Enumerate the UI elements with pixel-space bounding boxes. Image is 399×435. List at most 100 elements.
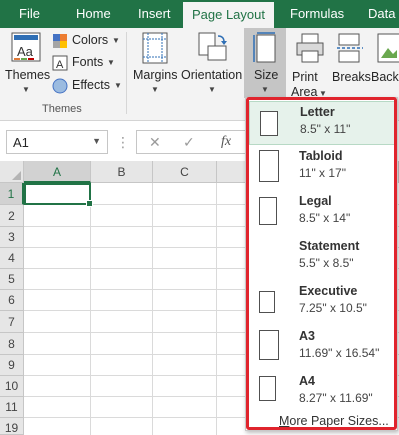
- page-icon: [260, 111, 278, 136]
- tab-formulas[interactable]: Formulas: [290, 0, 344, 28]
- paper-size-name: A4: [299, 374, 315, 388]
- page-icon: [259, 248, 272, 267]
- name-box-value: A1: [13, 135, 29, 150]
- paper-size-name: Legal: [299, 194, 332, 208]
- tab-page-layout[interactable]: Page Layout: [183, 2, 274, 28]
- more-paper-sizes-link[interactable]: More Paper Sizes...: [279, 414, 389, 428]
- fonts-icon: A: [52, 55, 68, 71]
- paper-size-a3[interactable]: A3 11.69" x 16.54": [249, 326, 395, 370]
- name-box-dropdown-icon[interactable]: ▼: [92, 136, 101, 146]
- fonts-caret-icon: ▼: [107, 58, 115, 67]
- effects-caret-icon: ▼: [114, 81, 122, 90]
- grid-line: [90, 183, 91, 435]
- row-header-10[interactable]: 10: [0, 376, 24, 397]
- colors-caret-icon: ▼: [112, 36, 120, 45]
- page-icon: [259, 150, 279, 182]
- row-header-11[interactable]: 11: [0, 397, 24, 418]
- tab-data[interactable]: Data: [368, 0, 395, 28]
- paper-size-executive[interactable]: Executive 7.25" x 10.5": [249, 281, 395, 325]
- active-cell-a1[interactable]: [24, 183, 93, 207]
- column-header-b[interactable]: B: [91, 161, 153, 183]
- background-icon: [377, 33, 399, 63]
- margins-button[interactable]: Margins ▼: [131, 30, 179, 96]
- paper-size-name: Statement: [299, 239, 360, 253]
- page-icon: [259, 330, 279, 360]
- size-icon: [253, 32, 276, 63]
- orientation-button[interactable]: Orientation ▼: [180, 30, 244, 96]
- paper-size-dims: 7.25" x 10.5": [299, 301, 367, 315]
- background-label: Back-: [371, 70, 399, 84]
- themes-label: Themes: [5, 68, 51, 82]
- colors-button[interactable]: Colors ▼: [52, 32, 120, 50]
- themes-button[interactable]: Aa Themes ▼: [4, 30, 51, 96]
- breaks-icon: [337, 33, 363, 63]
- page-icon: [259, 376, 276, 401]
- row-header-1[interactable]: 1: [0, 183, 24, 205]
- orientation-label: Orientation: [181, 68, 243, 82]
- grid-line: [216, 183, 217, 435]
- paper-size-name: Letter: [300, 105, 335, 119]
- print-area-icon: [296, 33, 324, 63]
- breaks-button[interactable]: Breaks: [330, 30, 371, 100]
- row-header-5[interactable]: 5: [0, 269, 24, 290]
- paper-size-dims: 11" x 17": [299, 166, 346, 180]
- row-header-9[interactable]: 9: [0, 355, 24, 376]
- more-paper-sizes-label: ore Paper Sizes...: [289, 414, 389, 428]
- effects-icon: [52, 78, 68, 94]
- paper-size-legal[interactable]: Legal 8.5" x 14": [249, 191, 395, 235]
- paper-size-statement[interactable]: Statement 5.5" x 8.5": [249, 236, 395, 280]
- fonts-button[interactable]: A Fonts ▼: [52, 54, 120, 72]
- ribbon-tab-bar: File Home Insert Page Layout Formulas Da…: [0, 0, 399, 28]
- ribbon-separator: [126, 32, 127, 114]
- row-header-8[interactable]: 8: [0, 333, 24, 355]
- effects-button[interactable]: Effects ▼: [52, 77, 122, 95]
- themes-icon: Aa: [11, 32, 41, 62]
- formula-bar-grip-icon[interactable]: ⋮: [116, 134, 130, 151]
- paper-size-dims: 11.69" x 16.54": [299, 346, 380, 360]
- svg-text:Aa: Aa: [17, 44, 34, 59]
- margins-caret-icon: ▼: [151, 85, 159, 94]
- more-paper-sizes-access-key: M: [279, 414, 290, 428]
- print-area-button[interactable]: Print Area ▼: [289, 30, 329, 100]
- margins-label: Margins: [133, 68, 178, 82]
- tab-home[interactable]: Home: [76, 0, 111, 28]
- paper-size-letter[interactable]: Letter 8.5" x 11": [249, 101, 395, 145]
- row-header-7[interactable]: 7: [0, 311, 24, 333]
- colors-label: Colors: [72, 33, 109, 47]
- colors-icon: [53, 34, 67, 48]
- svg-text:A: A: [56, 59, 64, 71]
- paper-size-name: A3: [299, 329, 315, 343]
- formula-buttons: ✕ ✓ fx: [136, 130, 246, 154]
- row-header-4[interactable]: 4: [0, 248, 24, 269]
- row-header-6[interactable]: 6: [0, 290, 24, 311]
- paper-size-a4[interactable]: A4 8.27" x 11.69": [249, 371, 395, 415]
- name-box[interactable]: A1 ▼: [6, 130, 108, 154]
- background-button[interactable]: Back-: [370, 30, 399, 100]
- print-area-label-line1: Print: [292, 70, 318, 84]
- page-icon: [259, 291, 275, 313]
- tab-insert[interactable]: Insert: [138, 0, 171, 28]
- enter-icon[interactable]: ✓: [183, 134, 195, 151]
- row-header-2[interactable]: 2: [0, 205, 24, 227]
- paper-size-name: Executive: [299, 284, 358, 298]
- row-header-3[interactable]: 3: [0, 227, 24, 248]
- size-button[interactable]: Size ▼: [244, 28, 286, 98]
- tab-file[interactable]: File: [19, 0, 40, 28]
- paper-size-dims: 8.27" x 11.69": [299, 391, 373, 405]
- size-caret-icon: ▼: [261, 85, 269, 94]
- column-header-a[interactable]: A: [24, 161, 91, 183]
- paper-size-tabloid[interactable]: Tabloid 11" x 17": [249, 146, 395, 190]
- select-all-corner[interactable]: [0, 161, 24, 183]
- column-header-c[interactable]: C: [153, 161, 217, 183]
- fonts-label: Fonts: [72, 55, 104, 69]
- paper-size-dims: 5.5" x 8.5": [299, 256, 354, 270]
- themes-caret-icon: ▼: [22, 85, 30, 94]
- orientation-caret-icon: ▼: [208, 85, 216, 94]
- row-header-19[interactable]: 19: [0, 418, 24, 435]
- paper-size-dims: 8.5" x 11": [300, 122, 351, 136]
- cancel-icon[interactable]: ✕: [149, 134, 161, 151]
- size-label: Size: [254, 68, 279, 82]
- insert-function-icon[interactable]: fx: [221, 134, 231, 150]
- orientation-icon: [198, 32, 227, 61]
- margins-icon: [142, 32, 168, 64]
